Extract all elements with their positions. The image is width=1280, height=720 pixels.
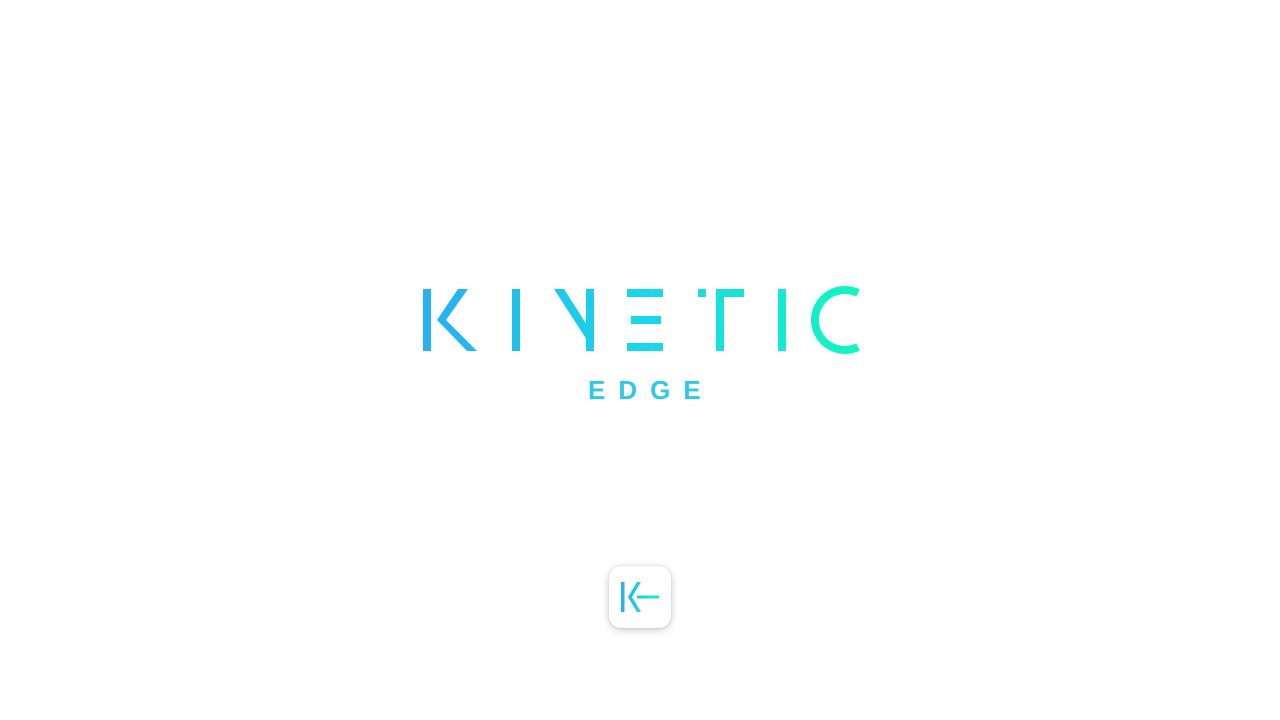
letter-c [811, 286, 860, 354]
kinetic-k-arrow-icon [621, 582, 659, 612]
app-icon-button[interactable] [609, 566, 671, 628]
letter-i-2 [778, 289, 786, 351]
letter-e [627, 289, 663, 351]
letter-t [698, 289, 744, 351]
letter-i [512, 289, 520, 351]
logo-subtitle: EDGE [588, 375, 714, 405]
letter-k [423, 289, 477, 351]
letter-n [554, 289, 594, 351]
kinetic-wordmark-logo [423, 286, 860, 354]
splash-screen: EDGE [0, 0, 1280, 720]
